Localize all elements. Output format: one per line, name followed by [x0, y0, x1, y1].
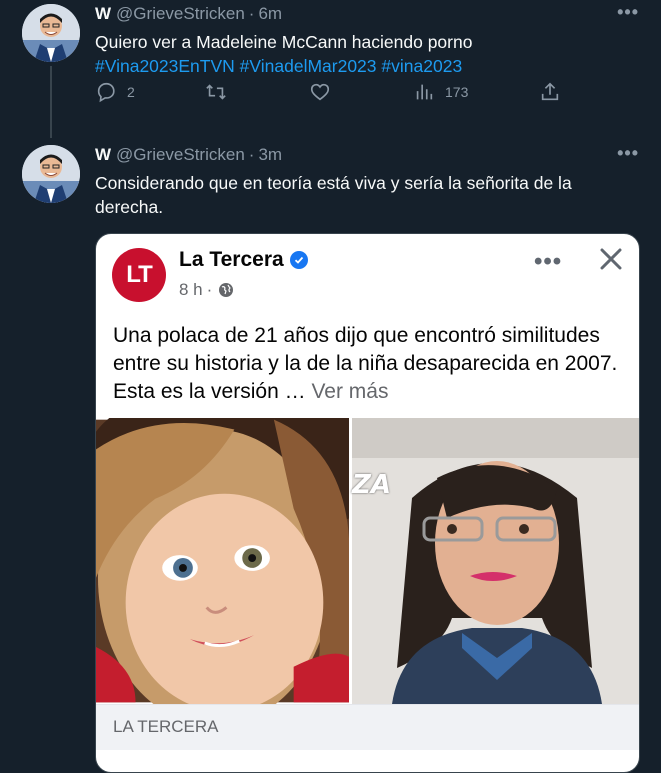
timestamp[interactable]: 3m: [258, 145, 282, 165]
page-name: La Tercera: [179, 248, 308, 272]
more-dots-icon[interactable]: •••: [617, 143, 639, 164]
facebook-post-header: LT La Tercera 8 h · •••: [96, 234, 639, 312]
woman-portrait-photo: ZA: [352, 418, 639, 704]
link-source-label[interactable]: LA TERCERA: [96, 704, 639, 750]
page-name-text: La Tercera: [179, 248, 284, 271]
close-x-icon[interactable]: [598, 246, 624, 272]
facebook-post-text: Una polaca de 21 años dijo que encontró …: [96, 312, 639, 418]
display-name[interactable]: W: [95, 145, 111, 165]
post-time: 8 h: [179, 280, 203, 299]
meta-separator: ·: [206, 280, 213, 299]
tweet-text: Considerando que en teoría está viva y s…: [95, 173, 572, 217]
photo-overlay-text: ZA: [352, 470, 391, 500]
avatar[interactable]: [22, 145, 80, 203]
tweet-header: W @GrieveStricken · 3m: [95, 145, 282, 165]
child-portrait-photo: [96, 418, 349, 704]
separator: ·: [248, 145, 255, 164]
user-handle[interactable]: @GrieveStricken: [116, 145, 245, 165]
avatar-image: [22, 145, 80, 203]
post-meta: 8 h ·: [179, 280, 234, 300]
verified-badge-icon: [289, 251, 308, 269]
see-more-link[interactable]: Ver más: [311, 380, 388, 403]
tweet-2[interactable]: W @GrieveStricken · 3m ••• Considerando …: [0, 0, 661, 773]
horizontal-dots-icon[interactable]: •••: [534, 248, 562, 276]
globe-icon: [219, 283, 234, 297]
la-tercera-logo: LT: [112, 248, 166, 302]
post-photos: ZA: [96, 418, 639, 704]
embedded-image-card[interactable]: LT La Tercera 8 h · ••• Una polaca de 21…: [95, 233, 640, 773]
woman-portrait-image: [352, 418, 639, 704]
